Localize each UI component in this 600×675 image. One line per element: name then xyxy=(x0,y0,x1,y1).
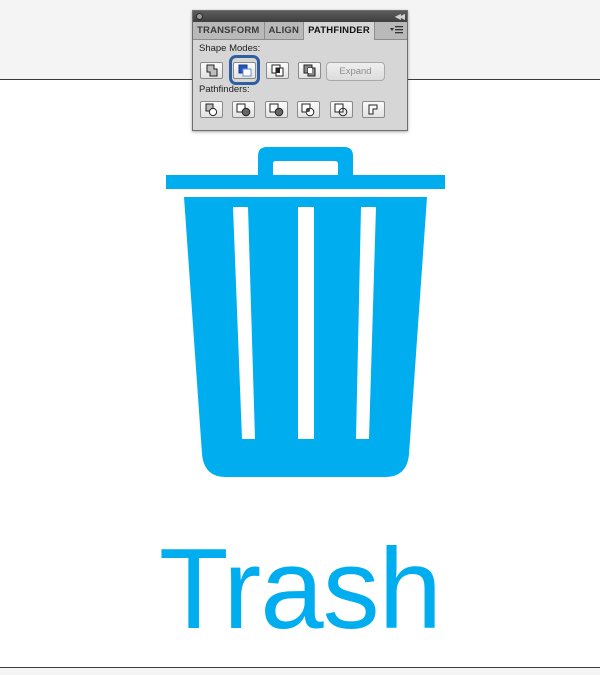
intersect-icon xyxy=(271,64,284,77)
pathfinder-panel[interactable]: ◀◀ TRANSFORM ALIGN PATHFINDER Shape Mode… xyxy=(192,10,408,131)
tab-transform[interactable]: TRANSFORM xyxy=(193,22,265,39)
close-icon[interactable] xyxy=(196,13,203,20)
merge-icon xyxy=(269,103,284,117)
selected-shape-mode-highlight xyxy=(229,55,260,85)
minus-back-button[interactable] xyxy=(362,101,385,118)
panel-menu-icon[interactable] xyxy=(390,25,404,35)
trim-button[interactable] xyxy=(232,101,255,118)
tab-align[interactable]: ALIGN xyxy=(265,22,305,39)
pathfinders-label: Pathfinders: xyxy=(199,84,250,95)
unite-button[interactable] xyxy=(200,62,223,79)
tab-pathfinder[interactable]: PATHFINDER xyxy=(304,22,375,40)
crop-button[interactable] xyxy=(297,101,320,118)
collapse-panel-icon[interactable]: ◀◀ xyxy=(395,11,405,22)
shape-modes-label: Shape Modes: xyxy=(199,43,261,54)
trash-label: Trash xyxy=(158,526,442,653)
unite-icon xyxy=(206,64,218,77)
panel-titlebar[interactable]: ◀◀ xyxy=(193,11,407,22)
exclude-icon xyxy=(303,64,316,77)
trim-icon xyxy=(236,103,251,117)
expand-button[interactable]: Expand xyxy=(326,62,385,81)
divide-icon xyxy=(205,103,218,117)
artboard: Trash xyxy=(0,79,600,668)
exclude-button[interactable] xyxy=(298,62,321,79)
divide-button[interactable] xyxy=(200,101,223,118)
outline-icon xyxy=(334,103,348,117)
trash-can-icon[interactable] xyxy=(166,146,446,480)
merge-button[interactable] xyxy=(265,101,288,118)
minus-back-icon xyxy=(368,104,378,115)
panel-tabbar: TRANSFORM ALIGN PATHFINDER xyxy=(193,22,407,40)
outline-button[interactable] xyxy=(330,101,353,118)
crop-icon xyxy=(301,103,315,117)
intersect-button[interactable] xyxy=(266,62,289,79)
